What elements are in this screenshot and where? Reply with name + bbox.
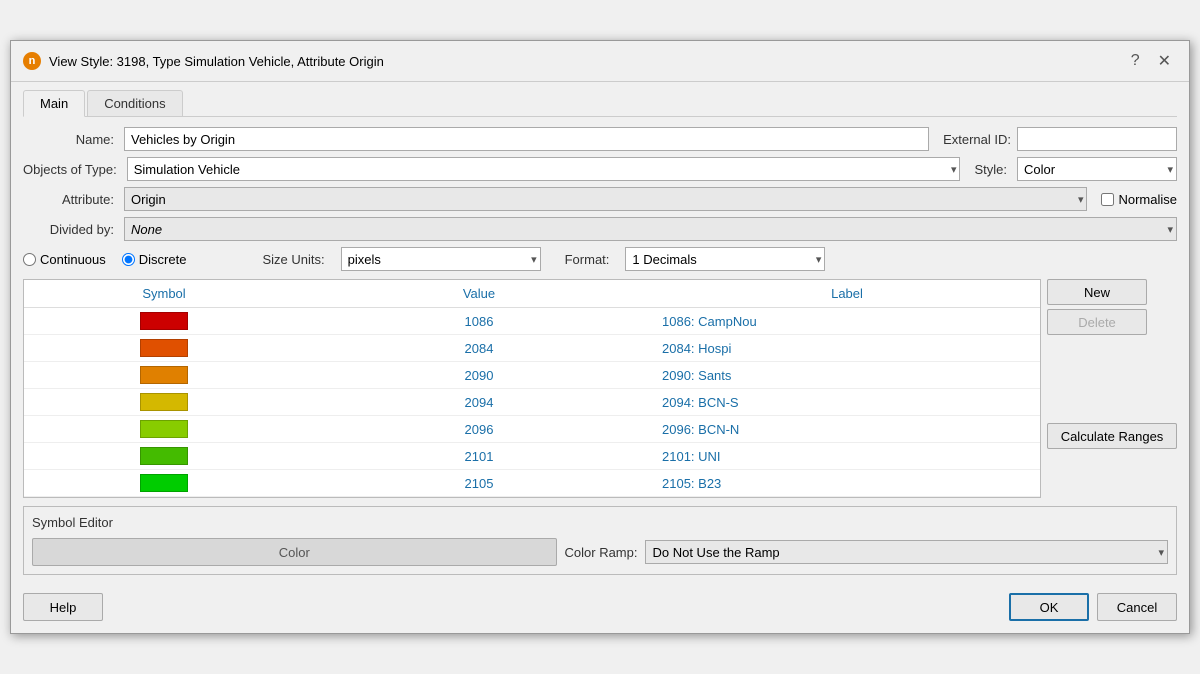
value-cell: 2096: [304, 417, 654, 442]
ok-button[interactable]: OK: [1009, 593, 1089, 621]
objects-of-type-row: Objects of Type: Simulation Vehicle Styl…: [23, 157, 1177, 181]
label-cell: 2084: Hospi: [654, 336, 1040, 361]
label-cell: 2096: BCN-N: [654, 417, 1040, 442]
symbol-editor-row: Color Color Ramp: Do Not Use the Ramp: [32, 538, 1168, 566]
tab-bar: Main Conditions: [23, 90, 1177, 117]
discrete-radio[interactable]: [122, 253, 135, 266]
label-cell: 2090: Sants: [654, 363, 1040, 388]
color-swatch: [140, 339, 188, 357]
objects-of-type-label: Objects of Type:: [23, 162, 121, 177]
table-row[interactable]: 21052105: B23: [24, 470, 1040, 497]
objects-of-type-select[interactable]: Simulation Vehicle: [127, 157, 961, 181]
radio-row: Continuous Discrete Size Units: pixels F…: [23, 247, 1177, 271]
discrete-radio-label[interactable]: Discrete: [122, 252, 187, 267]
symbol-cell: [24, 470, 304, 496]
normalise-row: Normalise: [1101, 192, 1177, 207]
discrete-label: Discrete: [139, 252, 187, 267]
value-cell: 2101: [304, 444, 654, 469]
normalise-checkbox[interactable]: [1101, 193, 1114, 206]
dialog: n View Style: 3198, Type Simulation Vehi…: [10, 40, 1190, 634]
table-row[interactable]: 20842084: Hospi: [24, 335, 1040, 362]
table-body: 10861086: CampNou20842084: Hospi20902090…: [24, 308, 1040, 497]
symbol-cell: [24, 335, 304, 361]
color-swatch: [140, 474, 188, 492]
divided-by-select[interactable]: None: [124, 217, 1177, 241]
external-id-label: External ID:: [943, 132, 1011, 147]
table-header: Symbol Value Label: [24, 280, 1040, 308]
symbol-cell: [24, 308, 304, 334]
divided-by-label: Divided by:: [23, 222, 118, 237]
color-swatch: [140, 420, 188, 438]
label-cell: 2105: B23: [654, 471, 1040, 496]
label-cell: 2101: UNI: [654, 444, 1040, 469]
value-cell: 2084: [304, 336, 654, 361]
calculate-ranges-button[interactable]: Calculate Ranges: [1047, 423, 1177, 449]
label-cell: 2094: BCN-S: [654, 390, 1040, 415]
continuous-label: Continuous: [40, 252, 106, 267]
dialog-content: Main Conditions Name: External ID: Objec…: [11, 82, 1189, 633]
title-bar-actions: ? ✕: [1125, 49, 1177, 73]
divided-by-row: Divided by: None: [23, 217, 1177, 241]
bottom-row: Help OK Cancel: [23, 585, 1177, 625]
color-ramp-select[interactable]: Do Not Use the Ramp: [645, 540, 1168, 564]
size-units-select[interactable]: pixels: [341, 247, 541, 271]
format-select[interactable]: 1 Decimals: [625, 247, 825, 271]
close-button[interactable]: ✕: [1152, 49, 1177, 73]
dialog-title: View Style: 3198, Type Simulation Vehicl…: [49, 54, 1117, 69]
color-swatch: [140, 393, 188, 411]
help-icon-button[interactable]: ?: [1125, 50, 1146, 72]
attribute-select[interactable]: Origin: [124, 187, 1087, 211]
cancel-button[interactable]: Cancel: [1097, 593, 1177, 621]
new-button[interactable]: New: [1047, 279, 1147, 305]
color-swatch: [140, 366, 188, 384]
symbol-editor-title: Symbol Editor: [32, 515, 1168, 530]
col-header-symbol: Symbol: [24, 280, 304, 307]
table-buttons: New Delete Calculate Ranges: [1047, 279, 1177, 449]
value-cell: 2094: [304, 390, 654, 415]
app-icon: n: [23, 52, 41, 70]
table-row[interactable]: 20962096: BCN-N: [24, 416, 1040, 443]
title-bar: n View Style: 3198, Type Simulation Vehi…: [11, 41, 1189, 82]
normalise-label: Normalise: [1118, 192, 1177, 207]
value-cell: 2090: [304, 363, 654, 388]
name-input[interactable]: [124, 127, 929, 151]
delete-button[interactable]: Delete: [1047, 309, 1147, 335]
table-section: Symbol Value Label 10861086: CampNou2084…: [23, 279, 1177, 498]
name-row: Name: External ID:: [23, 127, 1177, 151]
ok-cancel-buttons: OK Cancel: [1009, 593, 1177, 621]
symbol-cell: [24, 416, 304, 442]
color-swatch: [140, 312, 188, 330]
data-table: Symbol Value Label 10861086: CampNou2084…: [23, 279, 1041, 498]
symbol-cell: [24, 389, 304, 415]
name-label: Name:: [23, 132, 118, 147]
style-label: Style:: [974, 162, 1007, 177]
continuous-radio-label[interactable]: Continuous: [23, 252, 106, 267]
color-swatch: [140, 447, 188, 465]
table-row[interactable]: 20942094: BCN-S: [24, 389, 1040, 416]
symbol-editor: Symbol Editor Color Color Ramp: Do Not U…: [23, 506, 1177, 575]
size-units-label: Size Units:: [262, 252, 324, 267]
color-button[interactable]: Color: [32, 538, 557, 566]
table-row[interactable]: 10861086: CampNou: [24, 308, 1040, 335]
table-row[interactable]: 20902090: Sants: [24, 362, 1040, 389]
label-cell: 1086: CampNou: [654, 309, 1040, 334]
table-row[interactable]: 21012101: UNI: [24, 443, 1040, 470]
continuous-radio[interactable]: [23, 253, 36, 266]
tab-conditions[interactable]: Conditions: [87, 90, 182, 116]
col-header-value: Value: [304, 280, 654, 307]
value-cell: 2105: [304, 471, 654, 496]
format-label: Format:: [565, 252, 610, 267]
external-id-input[interactable]: [1017, 127, 1177, 151]
symbol-cell: [24, 443, 304, 469]
symbol-cell: [24, 362, 304, 388]
tab-main[interactable]: Main: [23, 90, 85, 117]
help-button[interactable]: Help: [23, 593, 103, 621]
attribute-label: Attribute:: [23, 192, 118, 207]
style-select[interactable]: Color: [1017, 157, 1177, 181]
value-cell: 1086: [304, 309, 654, 334]
col-header-label: Label: [654, 280, 1040, 307]
color-ramp-label: Color Ramp:: [565, 545, 638, 560]
attribute-row: Attribute: Origin Normalise: [23, 187, 1177, 211]
